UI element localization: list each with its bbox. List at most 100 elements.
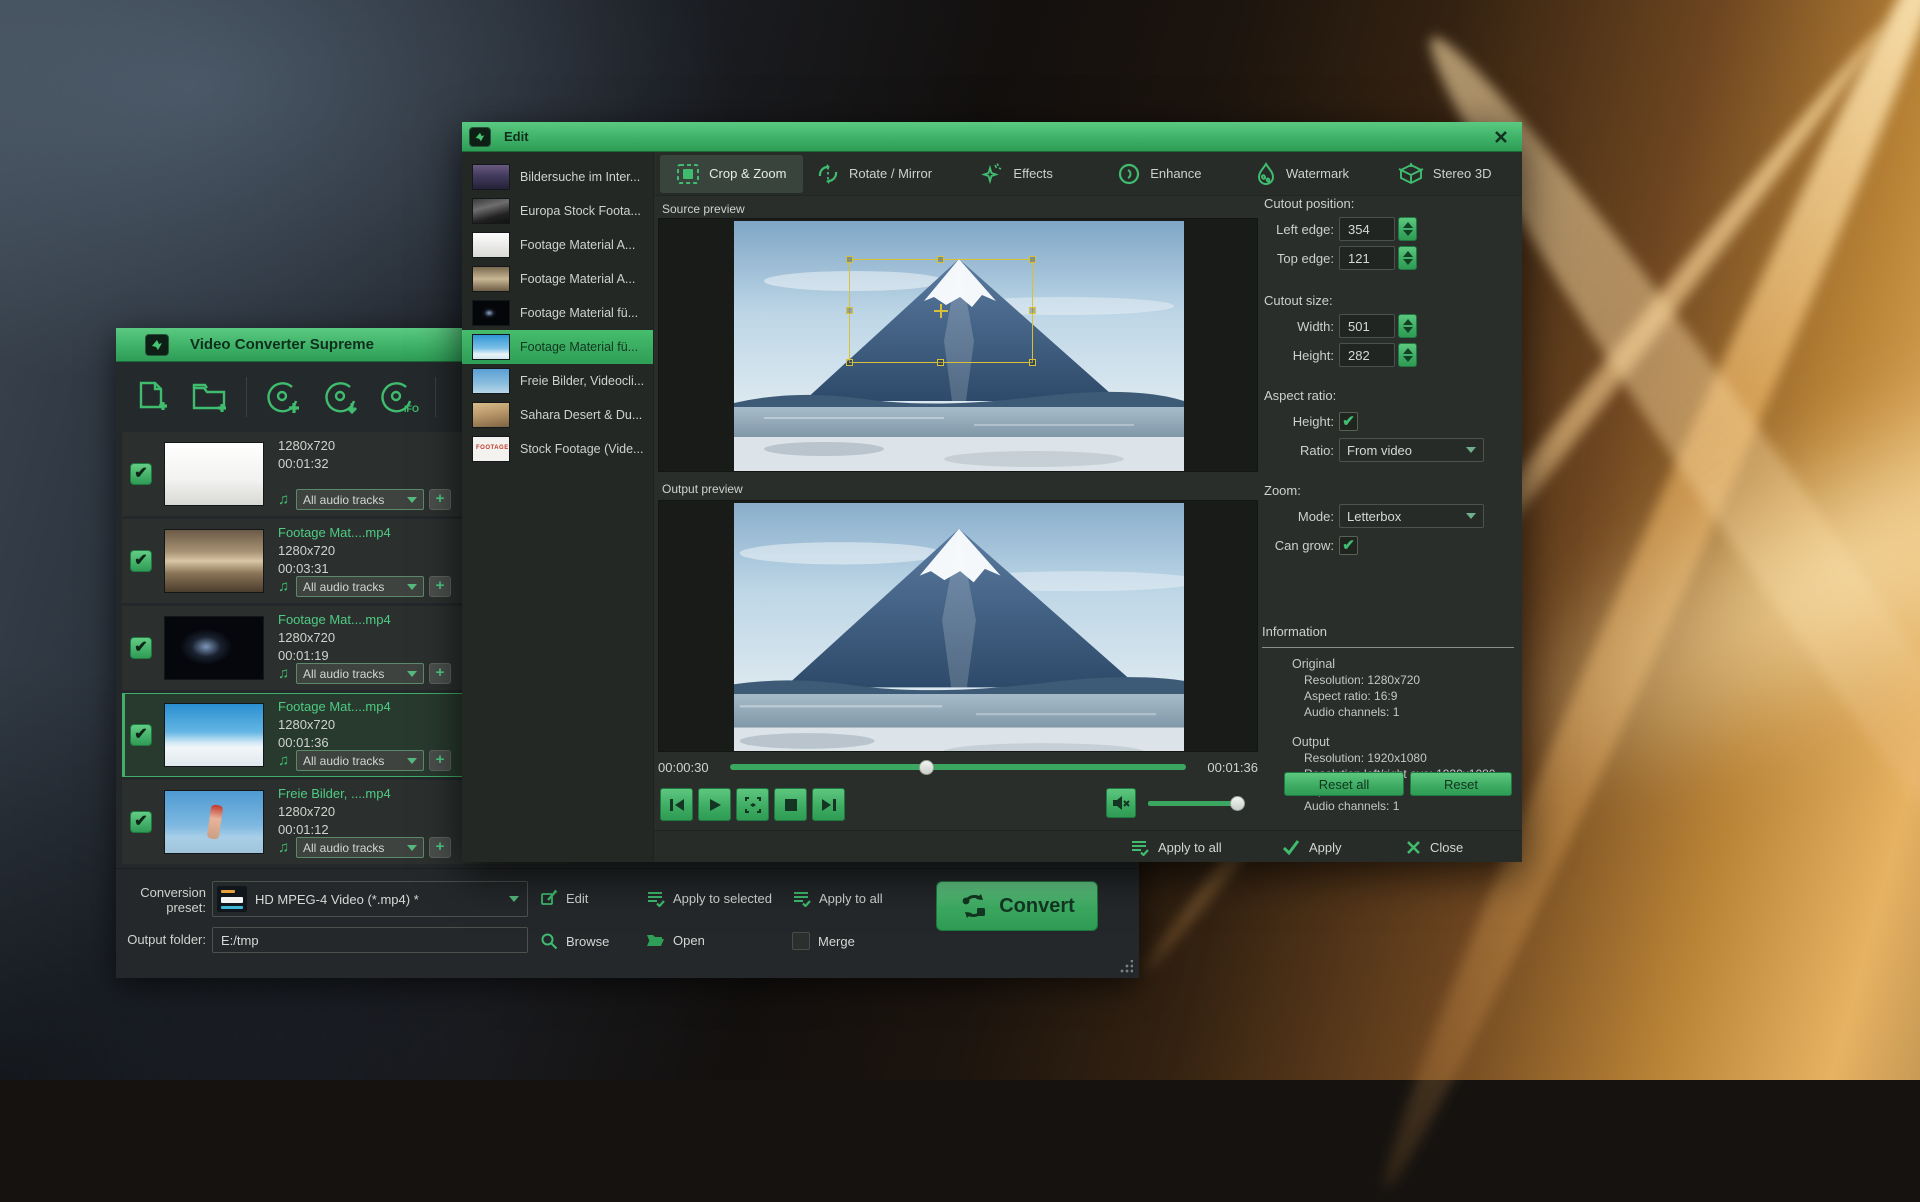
add-folder-button[interactable]: [188, 375, 232, 419]
file-checkbox[interactable]: ✔: [130, 811, 152, 833]
mute-button[interactable]: [1106, 788, 1136, 818]
file-checkbox[interactable]: ✔: [130, 463, 152, 485]
audio-tracks-dropdown[interactable]: All audio tracks: [296, 576, 424, 597]
output-preview: [658, 500, 1258, 752]
aspect-ratio-label: Aspect ratio:: [1264, 388, 1514, 403]
reset-all-button[interactable]: Reset all: [1284, 772, 1404, 796]
merge-checkbox[interactable]: Merge: [792, 932, 855, 950]
crop-handle[interactable]: [937, 359, 944, 366]
volume-knob[interactable]: [1230, 796, 1245, 811]
file-checkbox[interactable]: ✔: [130, 550, 152, 572]
ratio-label: Ratio:: [1262, 443, 1334, 458]
crop-handle[interactable]: [1029, 307, 1036, 314]
crop-handle[interactable]: [846, 359, 853, 366]
convert-button[interactable]: Convert: [936, 881, 1098, 931]
mp4-preset-icon: [217, 886, 247, 912]
audio-tracks-dropdown[interactable]: All audio tracks: [296, 837, 424, 858]
crop-rectangle[interactable]: [849, 259, 1033, 363]
add-file-button[interactable]: [130, 375, 174, 419]
left-edge-stepper[interactable]: [1398, 217, 1417, 241]
seek-slider[interactable]: [730, 764, 1186, 770]
file-thumbnail: [164, 442, 264, 506]
load-ifo-button[interactable]: IFO: [377, 375, 421, 419]
rip-disc-button[interactable]: [319, 375, 363, 419]
dialog-file-item-selected[interactable]: Footage Material fü...: [462, 330, 653, 364]
previous-frame-button[interactable]: [660, 788, 693, 821]
add-audio-button[interactable]: +: [429, 489, 451, 510]
dialog-file-item[interactable]: Footage Material A...: [462, 262, 653, 296]
top-edge-input[interactable]: 121: [1339, 246, 1395, 270]
aspect-height-checkbox[interactable]: ✔: [1339, 412, 1358, 431]
add-audio-button[interactable]: +: [429, 663, 451, 684]
apply-to-all-button[interactable]: Apply to all: [1130, 831, 1222, 863]
dialog-file-item[interactable]: Stock Footage (Vide...: [462, 432, 653, 466]
dialog-file-item[interactable]: Sahara Desert & Du...: [462, 398, 653, 432]
cutout-position-label: Cutout position:: [1264, 196, 1514, 211]
dialog-file-item[interactable]: Footage Material fü...: [462, 296, 653, 330]
can-grow-checkbox[interactable]: ✔: [1339, 536, 1358, 555]
height-stepper[interactable]: [1398, 343, 1417, 367]
top-edge-stepper[interactable]: [1398, 246, 1417, 270]
close-button[interactable]: Close: [1406, 831, 1463, 863]
add-audio-button[interactable]: +: [429, 576, 451, 597]
information-label: Information: [1262, 624, 1514, 648]
tab-rotate-mirror[interactable]: Rotate / Mirror: [803, 155, 946, 193]
conversion-preset-dropdown[interactable]: HD MPEG-4 Video (*.mp4) *: [212, 881, 528, 917]
close-icon[interactable]: [1492, 128, 1510, 146]
edit-button[interactable]: Edit: [540, 889, 588, 907]
zoom-mode-dropdown[interactable]: Letterbox: [1339, 504, 1484, 528]
source-preview[interactable]: [658, 218, 1258, 472]
apply-to-all-button[interactable]: Apply to all: [792, 889, 883, 907]
browse-button[interactable]: Browse: [540, 932, 609, 950]
dialog-file-item[interactable]: Footage Material A...: [462, 228, 653, 262]
add-audio-button[interactable]: +: [429, 837, 451, 858]
merge-checkbox-box[interactable]: [792, 932, 810, 950]
tab-watermark[interactable]: Watermark: [1231, 155, 1374, 193]
open-button[interactable]: Open: [646, 932, 705, 948]
crop-handle[interactable]: [1029, 256, 1036, 263]
apply-list-icon: [1130, 838, 1149, 856]
reset-button[interactable]: Reset: [1410, 772, 1512, 796]
apply-button[interactable]: Apply: [1282, 831, 1342, 863]
watermark-icon: [1255, 162, 1277, 186]
stereo-3d-icon: [1398, 162, 1424, 186]
file-thumbnail: [164, 703, 264, 767]
dialog-file-item[interactable]: Bildersuche im Inter...: [462, 160, 653, 194]
crop-handle[interactable]: [1029, 359, 1036, 366]
open-folder-icon: [646, 932, 665, 948]
width-stepper[interactable]: [1398, 314, 1417, 338]
left-edge-input[interactable]: 354: [1339, 217, 1395, 241]
add-audio-button[interactable]: +: [429, 750, 451, 771]
seek-knob[interactable]: [919, 760, 934, 775]
dialog-file-item[interactable]: Europa Stock Foota...: [462, 194, 653, 228]
tab-crop-zoom[interactable]: Crop & Zoom: [660, 155, 803, 193]
dialog-title: Edit: [504, 129, 529, 144]
audio-tracks-dropdown[interactable]: All audio tracks: [296, 750, 424, 771]
can-grow-label: Can grow:: [1262, 538, 1334, 553]
dialog-file-item[interactable]: Freie Bilder, Videocli...: [462, 364, 653, 398]
load-disc-button[interactable]: [261, 375, 305, 419]
apply-to-selected-button[interactable]: Apply to selected: [646, 889, 772, 907]
ratio-dropdown[interactable]: From video: [1339, 438, 1484, 462]
stop-button[interactable]: [774, 788, 807, 821]
play-button[interactable]: [698, 788, 731, 821]
output-folder-input[interactable]: [212, 927, 528, 953]
tab-enhance[interactable]: Enhance: [1088, 155, 1231, 193]
volume-slider[interactable]: [1148, 801, 1240, 806]
tab-effects[interactable]: Effects: [945, 155, 1088, 193]
audio-tracks-dropdown[interactable]: All audio tracks: [296, 489, 424, 510]
tab-stereo-3d[interactable]: Stereo 3D: [1373, 155, 1516, 193]
crop-handle[interactable]: [846, 307, 853, 314]
height-input[interactable]: 282: [1339, 343, 1395, 367]
audio-tracks-dropdown[interactable]: All audio tracks: [296, 663, 424, 684]
file-checkbox[interactable]: ✔: [130, 724, 152, 746]
file-checkbox[interactable]: ✔: [130, 637, 152, 659]
next-frame-button[interactable]: [812, 788, 845, 821]
app-logo-icon: [146, 335, 168, 355]
crop-handle[interactable]: [846, 256, 853, 263]
resize-grip[interactable]: [1119, 960, 1133, 974]
width-input[interactable]: 501: [1339, 314, 1395, 338]
crop-center-crosshair[interactable]: [934, 304, 948, 318]
snapshot-frame-button[interactable]: [736, 788, 769, 821]
crop-handle[interactable]: [937, 256, 944, 263]
